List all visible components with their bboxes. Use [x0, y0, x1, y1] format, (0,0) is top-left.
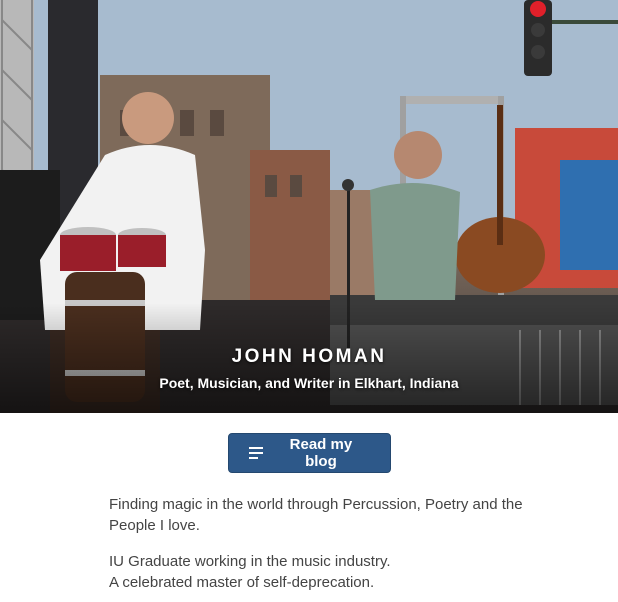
bio-text-1: Finding magic in the world through Percu…: [109, 496, 523, 534]
bio-text-2b: A celebrated master of self-deprecation.: [109, 574, 375, 591]
bio-text-2a: IU Graduate working in the music industr…: [109, 553, 391, 570]
cta-container: Read my blog: [0, 433, 618, 473]
bio-paragraph-1: Finding magic in the world through Percu…: [109, 494, 529, 536]
bio-paragraph-2: IU Graduate working in the music industr…: [109, 551, 529, 593]
list-icon: [248, 447, 263, 459]
hero-banner: JOHN HOMAN Poet, Musician, and Writer in…: [0, 0, 618, 413]
read-blog-label: Read my blog: [289, 436, 353, 470]
page-subtitle: Poet, Musician, and Writer in Elkhart, I…: [159, 375, 459, 391]
read-blog-button[interactable]: Read my blog: [227, 433, 391, 473]
page-title: JOHN HOMAN: [231, 346, 387, 367]
